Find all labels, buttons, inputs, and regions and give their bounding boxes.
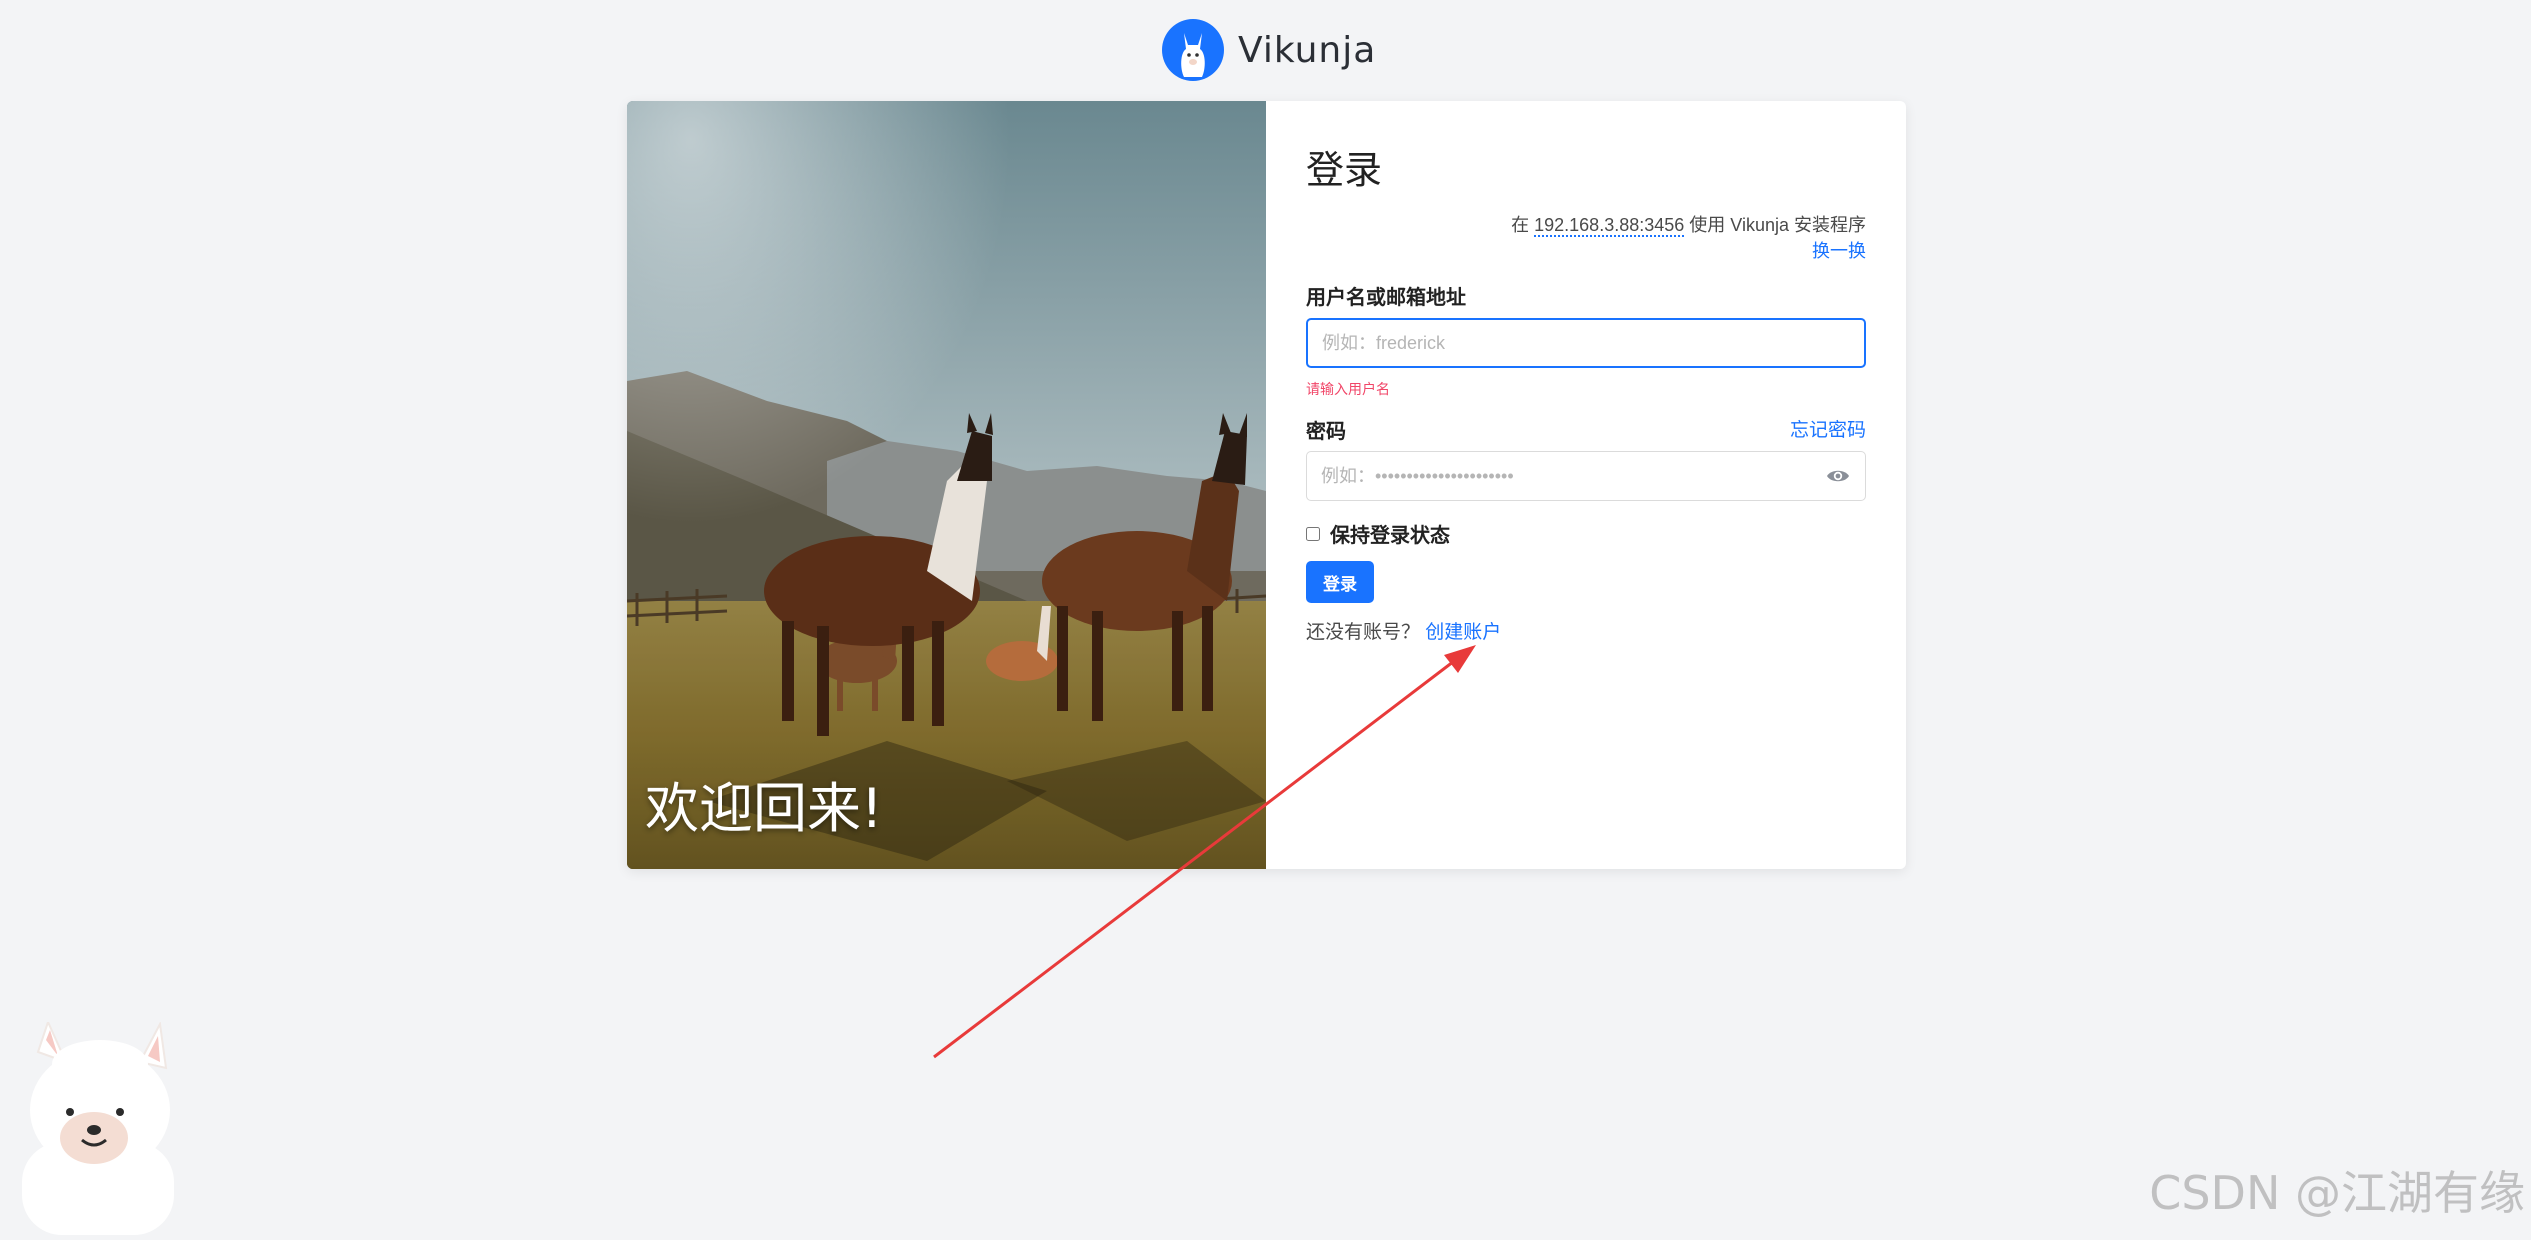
signup-prompt: 还没有账号？ 创建账户 xyxy=(1306,617,1501,644)
username-input[interactable] xyxy=(1306,318,1866,368)
username-error-message: 请输入用户名 xyxy=(1306,379,1390,399)
top-bar: Vikunja xyxy=(0,0,2531,100)
login-button[interactable]: 登录 xyxy=(1306,561,1374,603)
forgot-password-link[interactable]: 忘记密码 xyxy=(1790,415,1866,442)
server-suffix: 使用 Vikunja 安装程序 xyxy=(1684,215,1866,235)
brand-name: Vikunja xyxy=(1238,30,1376,71)
remember-me[interactable]: 保持登录状态 xyxy=(1306,519,1450,548)
change-server-link[interactable]: 换一换 xyxy=(1812,237,1866,263)
llama-mascot-icon xyxy=(20,1022,175,1235)
server-info: 在 192.168.3.88:3456 使用 Vikunja 安装程序 xyxy=(1511,211,1866,237)
eye-icon[interactable] xyxy=(1826,465,1850,487)
llama-hero-image: 欢迎回来! xyxy=(627,101,1266,869)
create-account-link[interactable]: 创建账户 xyxy=(1425,622,1501,643)
password-label: 密码 xyxy=(1306,415,1346,444)
login-card: 欢迎回来! 登录 在 192.168.3.88:3456 使用 Vikunja … xyxy=(627,101,1906,869)
password-input[interactable] xyxy=(1306,451,1866,501)
vikunja-logo-icon xyxy=(1162,19,1224,81)
remember-me-checkbox[interactable] xyxy=(1306,527,1320,541)
watermark: CSDN @江湖有缘 xyxy=(2149,1157,2525,1223)
no-account-text: 还没有账号？ xyxy=(1306,622,1420,643)
remember-me-label: 保持登录状态 xyxy=(1330,519,1450,548)
server-address[interactable]: 192.168.3.88:3456 xyxy=(1534,215,1684,237)
brand[interactable]: Vikunja xyxy=(1162,18,1376,82)
username-label: 用户名或邮箱地址 xyxy=(1306,281,1466,310)
welcome-text: 欢迎回来! xyxy=(645,764,883,843)
page-title: 登录 xyxy=(1306,139,1382,194)
server-prefix: 在 xyxy=(1511,215,1534,235)
login-form: 登录 在 192.168.3.88:3456 使用 Vikunja 安装程序 换… xyxy=(1306,101,1866,869)
